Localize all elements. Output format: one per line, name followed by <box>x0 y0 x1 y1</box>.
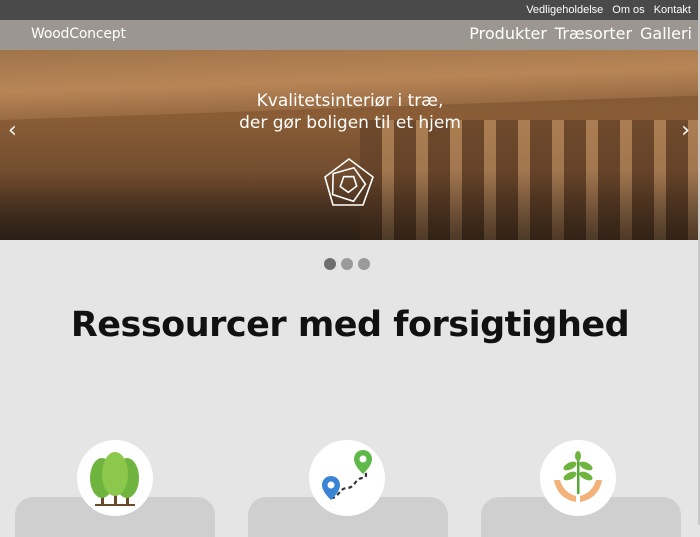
nav-link-vedligeholdelse[interactable]: Vedligeholdelse <box>526 4 603 16</box>
hero-tagline: Kvalitetsinteriør i træ, der gør boligen… <box>0 90 700 134</box>
hero-tagline-line2: der gør boligen til et hjem <box>239 113 461 133</box>
route-map-icon <box>322 450 372 500</box>
main-navbar: WoodConcept Produkter Træsorter Galleri <box>0 20 700 50</box>
trees-icon <box>90 452 139 506</box>
hero-carousel: Kvalitetsinteriør i træ, der gør boligen… <box>0 50 700 240</box>
carousel-indicators <box>0 258 697 270</box>
hero-tagline-line1: Kvalitetsinteriør i træ, <box>256 91 444 111</box>
chevron-left-icon[interactable]: ‹ <box>8 118 17 143</box>
brand-emblem-icon <box>324 158 374 206</box>
nav-link-om-os[interactable]: Om os <box>612 4 644 16</box>
site-logo[interactable]: WoodConcept <box>31 26 126 42</box>
nav-link-kontakt[interactable]: Kontakt <box>654 4 691 16</box>
carousel-dot-1[interactable] <box>324 258 336 270</box>
main-nav-links: Produkter Træsorter Galleri <box>461 24 692 43</box>
nav-link-galleri[interactable]: Galleri <box>640 24 692 43</box>
top-utility-bar: Vedligeholdelse Om os Kontakt <box>0 0 700 20</box>
nav-link-traesorter[interactable]: Træsorter <box>555 24 632 43</box>
chevron-right-icon[interactable]: › <box>681 118 690 143</box>
section-heading: Ressourcer med forsigtighed <box>70 305 630 345</box>
plant-in-hands-icon <box>554 451 602 502</box>
carousel-dot-2[interactable] <box>341 258 353 270</box>
feature-icon-circle-2 <box>309 440 385 516</box>
feature-icon-circle-1 <box>77 440 153 516</box>
nav-link-produkter[interactable]: Produkter <box>469 24 547 43</box>
carousel-dot-3[interactable] <box>358 258 370 270</box>
feature-icon-circle-3 <box>540 440 616 516</box>
